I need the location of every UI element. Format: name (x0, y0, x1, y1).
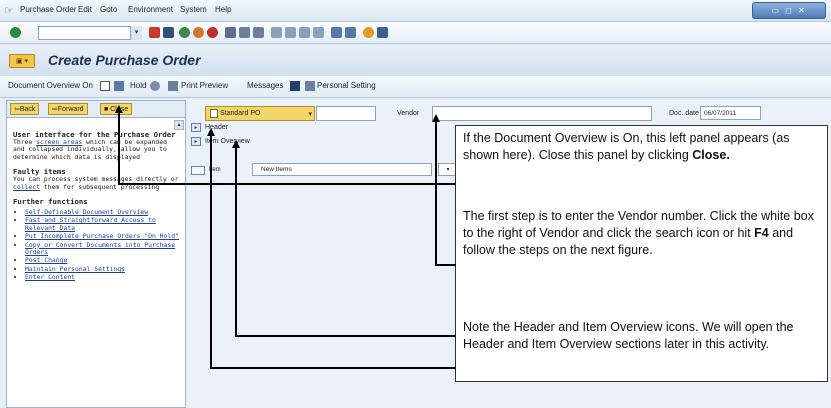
help-content: User interface for the Purchase Order Th… (13, 131, 181, 283)
menu-purchase-order[interactable]: Purchase Order (20, 5, 76, 14)
callout-paragraph-vendor: The first step is to enter the Vendor nu… (463, 209, 814, 258)
find-icon[interactable] (239, 27, 250, 38)
application-toolbar: Document Overview On Hold Print Preview … (0, 76, 831, 98)
list-item: Self-Definable Document Overview (25, 208, 181, 216)
find-next-icon[interactable] (253, 27, 264, 38)
list-item: Maintain Personal Settings (25, 265, 181, 273)
panel-scroll-icon[interactable]: ▴ (174, 120, 184, 130)
command-field[interactable] (38, 26, 142, 40)
enter-icon[interactable] (10, 27, 21, 38)
po-number-field[interactable] (316, 106, 376, 121)
forward-button[interactable]: ⇨Forward (48, 103, 88, 115)
save-icon[interactable] (163, 27, 174, 38)
further-functions-heading: Further functions (13, 197, 88, 207)
check-icon[interactable] (150, 81, 160, 91)
hold-button[interactable]: Hold (130, 81, 146, 90)
header-section-label: Header (205, 124, 228, 131)
menu-bar: ☞ Purchase Order Edit Goto Environment S… (0, 0, 831, 22)
document-overview-button[interactable]: Document Overview On (8, 81, 93, 90)
function-link[interactable]: Maintain Personal Settings (25, 265, 125, 273)
sap-menu-icon[interactable]: ☞ (4, 4, 20, 17)
doc-date-label: Doc. date (669, 110, 699, 117)
collect-link[interactable]: collect (13, 183, 40, 191)
item-overview-section-label: Item Overview (205, 138, 250, 145)
doc-date-field[interactable]: 06/07/2011 (700, 106, 761, 120)
shortcut-icon[interactable] (345, 27, 356, 38)
window-controls[interactable]: ▭ ◻ ✕ (752, 2, 826, 19)
document-type-icon (210, 109, 218, 118)
print-preview-button[interactable]: Print Preview (181, 81, 228, 90)
menu-environment[interactable]: Environment (128, 5, 173, 14)
list-item: Post Change (25, 257, 181, 264)
menu-edit[interactable]: Edit (78, 5, 92, 14)
function-link[interactable]: Fast and Straightforward Access to Relev… (25, 216, 156, 232)
list-item: Put Incomplete Purchase Orders "On Hold" (25, 233, 181, 240)
po-type-select[interactable]: Standard PO ▾ (205, 106, 315, 121)
print-icon[interactable] (225, 27, 236, 38)
function-link[interactable]: Self-Definable Document Overview (25, 208, 148, 216)
standard-toolbar: ▾ (0, 22, 831, 44)
back-nav-icon[interactable] (149, 27, 160, 38)
menu-toggle-icon[interactable]: ▣ ▾ (9, 54, 35, 68)
function-link[interactable]: Enter Content (25, 273, 75, 281)
back-icon[interactable] (179, 27, 190, 38)
help-icon[interactable] (363, 27, 374, 38)
personal-setting-icon[interactable] (305, 81, 315, 91)
info-icon[interactable] (290, 81, 300, 91)
list-item: Copy or Convert Documents into Purchase … (25, 241, 181, 257)
function-link[interactable]: Copy or Convert Documents into Purchase … (25, 241, 175, 256)
menu-goto[interactable]: Goto (100, 5, 117, 14)
document-overview-panel: ⇦Back ⇨Forward ■ Close User interface fo… (6, 100, 186, 408)
first-page-icon[interactable] (271, 27, 282, 38)
item-detail-icon[interactable] (191, 166, 205, 175)
chevron-down-icon: ▾ (308, 111, 312, 118)
layout-menu-icon[interactable] (377, 27, 388, 38)
new-document-icon[interactable] (100, 81, 110, 91)
other-document-icon[interactable] (114, 81, 124, 91)
vendor-field[interactable] (432, 106, 652, 121)
personal-setting-button[interactable]: Personal Setting (317, 81, 376, 90)
header-expand-icon[interactable]: ▸ (191, 123, 201, 132)
back-button[interactable]: ⇦Back (10, 103, 40, 115)
list-item: Enter Content (25, 274, 181, 281)
new-session-icon[interactable] (331, 27, 342, 38)
menu-system[interactable]: System (180, 5, 207, 14)
faulty-text: them for subsequent processing (43, 182, 160, 191)
function-link[interactable]: Post Change (25, 256, 67, 264)
item-select[interactable]: New Items (252, 163, 432, 176)
close-button[interactable]: ■ Close (100, 103, 133, 115)
menu-help[interactable]: Help (215, 5, 231, 14)
cancel-icon[interactable] (207, 27, 218, 38)
function-link[interactable]: Put Incomplete Purchase Orders "On Hold" (25, 232, 179, 240)
next-page-icon[interactable] (299, 27, 310, 38)
item-overview-expand-icon[interactable]: ▸ (191, 137, 201, 146)
panel-button-bar: ⇦Back ⇨Forward ■ Close (7, 101, 185, 118)
command-dropdown-icon[interactable]: ▾ (130, 26, 142, 40)
instruction-callout: If the Document Overview is On, this lef… (455, 125, 828, 382)
title-bar: ▣ ▾ Create Purchase Order (0, 44, 831, 76)
item-label: Item (209, 167, 221, 173)
exit-icon[interactable] (193, 27, 204, 38)
callout-paragraph-close: If the Document Overview is On, this lef… (463, 131, 790, 163)
further-functions-list: Self-Definable Document Overview Fast an… (13, 208, 181, 282)
vendor-label: Vendor (397, 110, 420, 117)
previous-page-icon[interactable] (285, 27, 296, 38)
page-title: Create Purchase Order (48, 52, 201, 68)
list-item: Fast and Straightforward Access to Relev… (25, 217, 181, 232)
last-page-icon[interactable] (313, 27, 324, 38)
messages-button[interactable]: Messages (247, 81, 283, 90)
callout-paragraph-icons: Note the Header and Item Overview icons.… (463, 320, 794, 352)
print-preview-icon[interactable] (168, 81, 178, 91)
